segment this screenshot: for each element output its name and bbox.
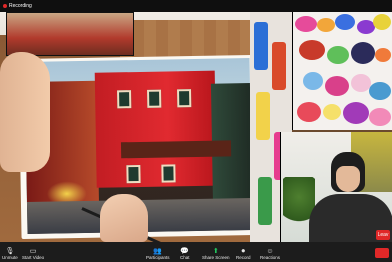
left-hand xyxy=(0,52,50,172)
right-hand xyxy=(100,194,148,242)
start-video-button[interactable]: ▭ Start Video xyxy=(22,248,44,261)
participants-button[interactable]: 👥 Participants xyxy=(146,248,170,261)
chat-bubble-icon: 💬 xyxy=(180,247,190,255)
title-bar: Recording xyxy=(0,0,392,12)
leave-button[interactable]: Leav xyxy=(376,230,390,240)
reference-photo-thumbnail xyxy=(6,12,134,56)
webcam-video-tile[interactable]: Leav xyxy=(280,132,392,242)
main-video-feed[interactable] xyxy=(0,12,290,242)
palette-video-tile[interactable] xyxy=(292,12,392,130)
emoji-reaction-icon: ☺ xyxy=(266,247,274,255)
participants-icon: 👥 xyxy=(153,247,163,255)
microphone-muted-icon: 🎙 xyxy=(5,247,15,255)
chat-button[interactable]: 💬 Chat xyxy=(180,248,190,261)
person-face xyxy=(336,166,360,192)
video-stage: Leav xyxy=(0,12,392,242)
unmute-button[interactable]: 🎙 Unmute xyxy=(2,248,18,261)
meeting-toolbar: 🎙 Unmute ▭ Start Video 👥 Participants 💬 … xyxy=(0,242,392,262)
share-screen-icon: ⬆ xyxy=(212,247,219,255)
record-button[interactable]: ⏺ Record xyxy=(236,248,251,261)
record-icon: ⏺ xyxy=(241,247,246,255)
reactions-button[interactable]: ☺ Reactions xyxy=(260,248,280,261)
end-meeting-button[interactable] xyxy=(375,248,389,258)
video-camera-off-icon: ▭ xyxy=(29,247,37,255)
recording-label: Recording xyxy=(9,3,32,9)
share-screen-button[interactable]: ⬆ Share Screen xyxy=(202,248,230,261)
recording-indicator-icon xyxy=(3,4,7,8)
